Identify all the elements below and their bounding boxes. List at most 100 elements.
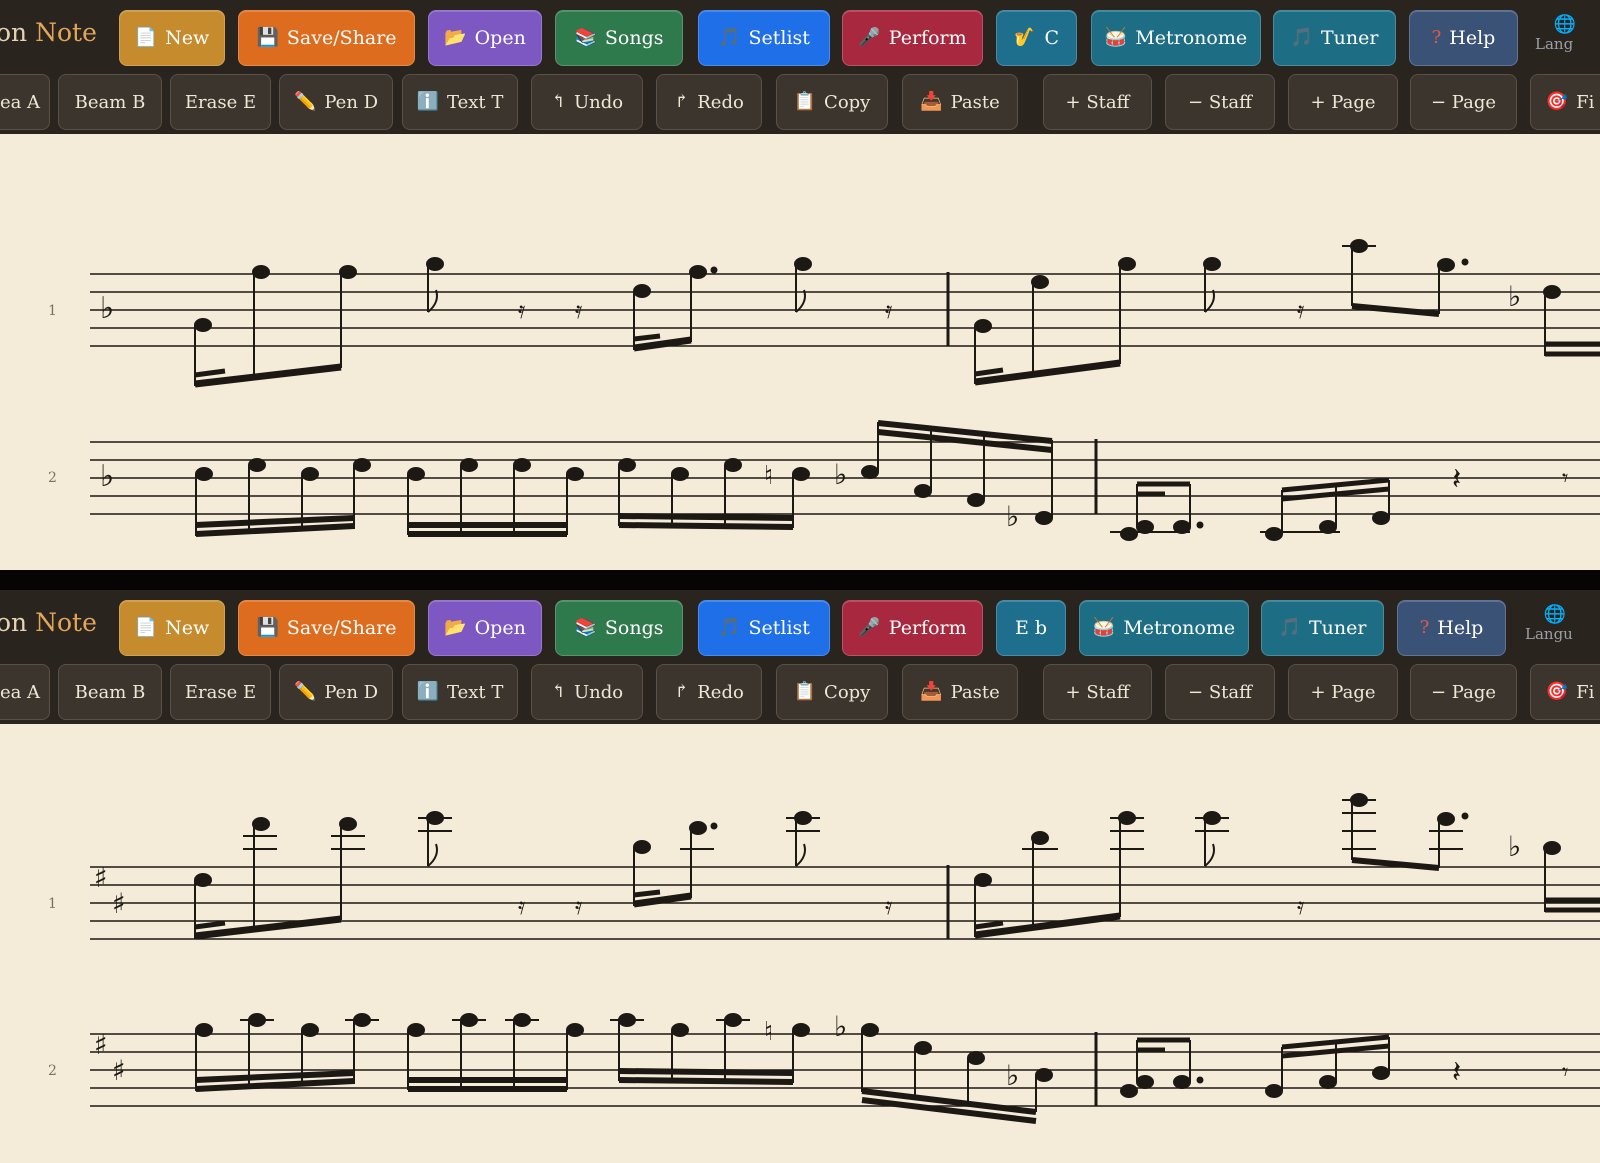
save-share-button[interactable]: 💾 Save/Share bbox=[238, 10, 415, 66]
focus-button[interactable]: 🎯 Fi bbox=[1530, 74, 1600, 130]
remove-staff-button[interactable]: − Staff bbox=[1165, 664, 1275, 720]
redo-label: Redo bbox=[697, 91, 744, 113]
sharp-key-signature: ♯ bbox=[94, 1028, 108, 1061]
transpose-key-button[interactable]: 🎷 C bbox=[996, 10, 1077, 66]
songs-label: Songs bbox=[604, 27, 664, 49]
remove-page-button[interactable]: − Page bbox=[1410, 664, 1517, 720]
app-brand: on Note bbox=[0, 608, 97, 637]
text-tool-button[interactable]: ℹ️ Text T bbox=[402, 74, 518, 130]
staff-2-notes: ♮ ♭ ♭ 𝄽 𝄾 bbox=[195, 420, 1568, 541]
drum-icon: 🥁 bbox=[1104, 27, 1128, 48]
focus-label: Fi bbox=[1576, 681, 1595, 703]
help-button[interactable]: ? Help bbox=[1397, 600, 1506, 656]
remove-staff-button[interactable]: − Staff bbox=[1165, 74, 1275, 130]
target-icon: 🎯 bbox=[1545, 681, 1569, 702]
perform-button[interactable]: 🎤 Perform bbox=[842, 600, 983, 656]
score-canvas[interactable]: 1 2 ♭ ♭ 𝄿 𝄿 𝄿 𝄿 ♭ ♮ ♭ ♭ 𝄽 𝄾 bbox=[0, 134, 1600, 570]
add-staff-button[interactable]: + Staff bbox=[1043, 664, 1152, 720]
flat-accidental: ♭ bbox=[1508, 830, 1521, 863]
setlist-button[interactable]: 🎵 Setlist bbox=[698, 10, 830, 66]
help-label: Help bbox=[1449, 27, 1496, 49]
perform-button[interactable]: 🎤 Perform bbox=[842, 10, 983, 66]
remove-page-label: − Page bbox=[1430, 91, 1496, 113]
pencil-icon: ✏️ bbox=[293, 91, 317, 112]
metronome-button[interactable]: 🥁 Metronome bbox=[1091, 10, 1261, 66]
music-note-icon: 🎵 bbox=[718, 27, 741, 48]
remove-staff-label: − Staff bbox=[1188, 91, 1252, 113]
transpose-key-button[interactable]: E b bbox=[996, 600, 1066, 656]
erase-tool-button[interactable]: Erase E bbox=[170, 664, 271, 720]
remove-page-button[interactable]: − Page bbox=[1410, 74, 1517, 130]
open-label: Open bbox=[474, 617, 526, 639]
beam-tool-button[interactable]: Beam B bbox=[58, 664, 162, 720]
staff-1-number: 1 bbox=[48, 896, 57, 912]
erase-tool-button[interactable]: Erase E bbox=[170, 74, 271, 130]
open-button[interactable]: 📂 Open bbox=[428, 600, 542, 656]
drum-icon: 🥁 bbox=[1092, 617, 1116, 638]
redo-button[interactable]: ↱ Redo bbox=[656, 664, 762, 720]
page-icon: 📄 bbox=[134, 27, 158, 48]
beam-tool-button[interactable]: Beam B bbox=[58, 74, 162, 130]
text-tool-button[interactable]: ℹ️ Text T bbox=[402, 664, 518, 720]
text-label: Text T bbox=[447, 91, 504, 113]
new-button[interactable]: 📄 New bbox=[119, 10, 225, 66]
save-share-button[interactable]: 💾 Save/Share bbox=[238, 600, 415, 656]
tuner-button[interactable]: 🎵 Tuner bbox=[1273, 10, 1396, 66]
rest: 𝄿 bbox=[1297, 296, 1304, 324]
staff-1-notes: 𝄿 𝄿 𝄿 𝄿 ♭ bbox=[194, 239, 1600, 388]
score-view-concert: on Note 📄 New 💾 Save/Share 📂 Open 📚 Songs 🎵 S… bbox=[0, 0, 1600, 570]
folder-icon: 📂 bbox=[444, 27, 467, 48]
language-button[interactable]: 🌐 Langu bbox=[1525, 604, 1585, 654]
perform-label: Perform bbox=[888, 27, 967, 49]
paste-button[interactable]: 📥 Paste bbox=[902, 74, 1018, 130]
clipboard-icon: 📋 bbox=[793, 91, 817, 112]
rest: 𝄿 bbox=[575, 296, 582, 324]
help-button[interactable]: ? Help bbox=[1409, 10, 1518, 66]
pen-label: Pen D bbox=[324, 681, 379, 703]
music-note-icon: 🎵 bbox=[1278, 617, 1301, 638]
metronome-button[interactable]: 🥁 Metronome bbox=[1079, 600, 1249, 656]
copy-button[interactable]: 📋 Copy bbox=[776, 664, 888, 720]
new-button[interactable]: 📄 New bbox=[119, 600, 225, 656]
erase-label: Erase E bbox=[184, 681, 257, 703]
floppy-disk-icon: 💾 bbox=[256, 617, 279, 638]
undo-button[interactable]: ↰ Undo bbox=[531, 664, 643, 720]
rest: 𝄿 bbox=[885, 892, 892, 920]
add-staff-label: + Staff bbox=[1065, 91, 1130, 113]
remove-page-label: − Page bbox=[1430, 681, 1496, 703]
copy-label: Copy bbox=[824, 91, 871, 113]
focus-button[interactable]: 🎯 Fi bbox=[1530, 664, 1600, 720]
open-label: Open bbox=[474, 27, 526, 49]
inbox-tray-icon: 📥 bbox=[920, 681, 943, 702]
sharp-key-signature: ♯ bbox=[112, 887, 126, 920]
songs-button[interactable]: 📚 Songs bbox=[555, 10, 683, 66]
score-canvas[interactable]: 1 2 ♯ ♯ ♯ ♯ 𝄿 𝄿 𝄿 𝄿 ♭ ♮ ♭ ♭ 𝄽 𝄾 bbox=[0, 724, 1600, 1163]
remove-staff-label: − Staff bbox=[1188, 681, 1252, 703]
pen-tool-button[interactable]: ✏️ Pen D bbox=[279, 74, 393, 130]
add-page-button[interactable]: + Page bbox=[1288, 74, 1398, 130]
paste-button[interactable]: 📥 Paste bbox=[902, 664, 1018, 720]
add-staff-button[interactable]: + Staff bbox=[1043, 74, 1152, 130]
area-tool-button[interactable]: ea A bbox=[0, 664, 50, 720]
copy-button[interactable]: 📋 Copy bbox=[776, 74, 888, 130]
new-label: New bbox=[165, 617, 210, 639]
music-note-icon: 🎵 bbox=[718, 617, 741, 638]
flat-accidental: ♭ bbox=[1508, 280, 1521, 313]
transpose-key-label: E b bbox=[1014, 617, 1048, 639]
metronome-label: Metronome bbox=[1123, 617, 1236, 639]
undo-button[interactable]: ↰ Undo bbox=[531, 74, 643, 130]
brand-accent: Note bbox=[35, 18, 97, 47]
page-icon: 📄 bbox=[134, 617, 158, 638]
open-button[interactable]: 📂 Open bbox=[428, 10, 542, 66]
songs-button[interactable]: 📚 Songs bbox=[555, 600, 683, 656]
music-note-icon: 🎵 bbox=[1290, 27, 1313, 48]
add-page-button[interactable]: + Page bbox=[1288, 664, 1398, 720]
area-tool-button[interactable]: ea A bbox=[0, 74, 50, 130]
setlist-button[interactable]: 🎵 Setlist bbox=[698, 600, 830, 656]
language-button[interactable]: 🌐 Lang bbox=[1535, 14, 1595, 64]
quarter-rest: 𝄽 bbox=[1452, 1055, 1461, 1090]
pen-tool-button[interactable]: ✏️ Pen D bbox=[279, 664, 393, 720]
redo-button[interactable]: ↱ Redo bbox=[656, 74, 762, 130]
flat-key-signature: ♭ bbox=[100, 291, 114, 326]
tuner-button[interactable]: 🎵 Tuner bbox=[1261, 600, 1384, 656]
